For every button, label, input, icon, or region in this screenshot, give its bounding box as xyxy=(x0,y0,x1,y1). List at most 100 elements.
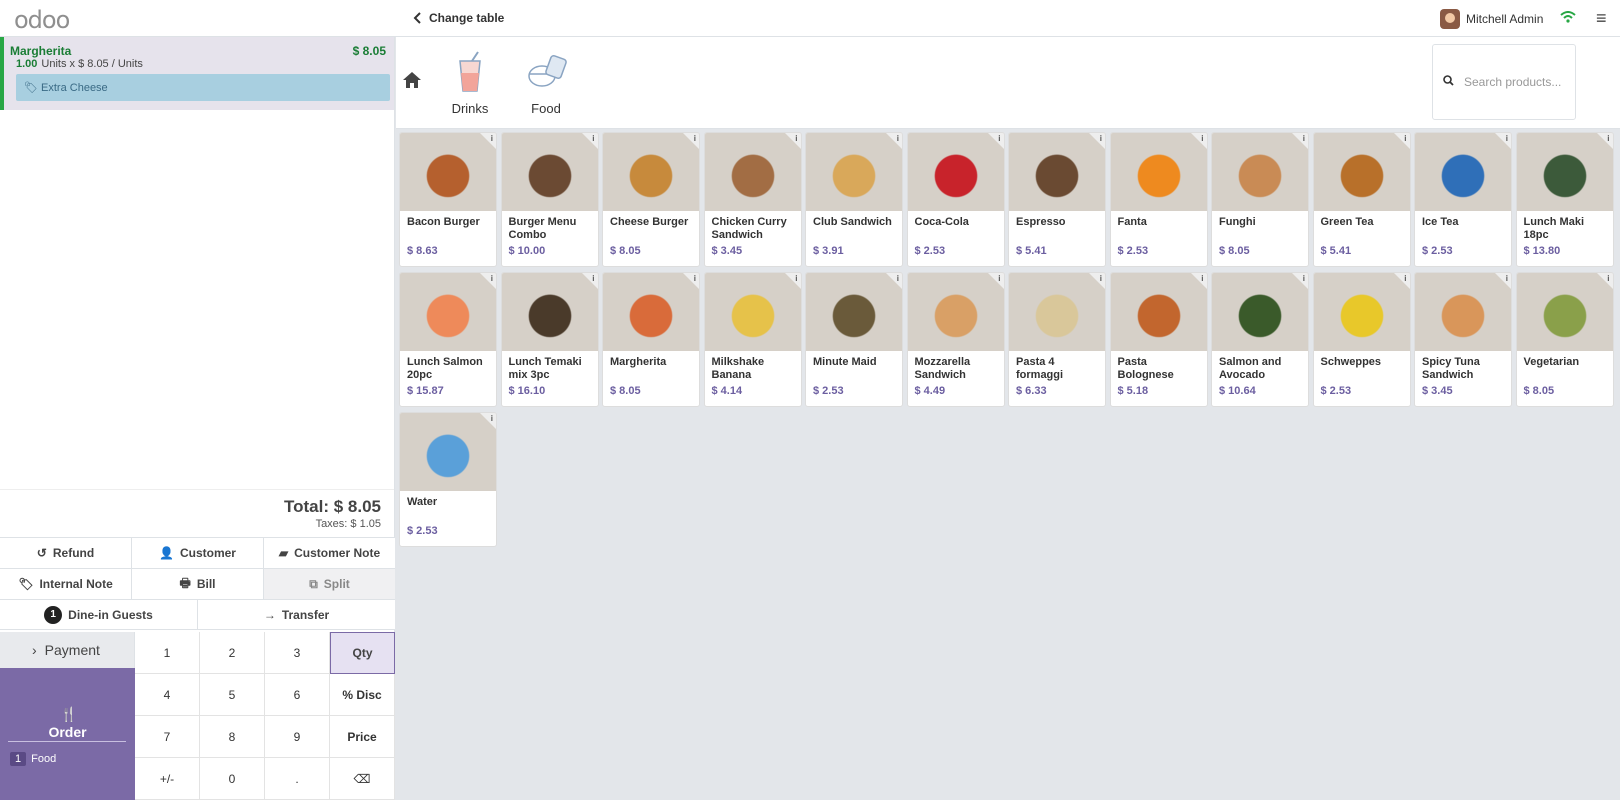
change-table-button[interactable]: Change table xyxy=(413,11,504,25)
search-box[interactable] xyxy=(1432,44,1576,120)
product-name: Ice Tea xyxy=(1422,216,1459,228)
numpad-key-5[interactable]: 5 xyxy=(200,674,265,716)
numpad-key-8[interactable]: 8 xyxy=(200,716,265,758)
info-icon[interactable]: i xyxy=(491,414,493,423)
customer-note-button[interactable]: ▰ Customer Note xyxy=(264,538,395,568)
product-card[interactable]: i Chicken Curry Sandwich $ 3.45 xyxy=(703,132,802,267)
info-icon[interactable]: i xyxy=(694,274,696,283)
numpad-price-button[interactable]: Price xyxy=(330,716,395,758)
category-food[interactable]: Food xyxy=(522,49,570,116)
numpad-sign-button[interactable]: +/- xyxy=(135,758,200,800)
wifi-icon[interactable] xyxy=(1560,10,1576,26)
product-image: i xyxy=(1516,273,1613,351)
info-icon[interactable]: i xyxy=(795,274,797,283)
product-card[interactable]: i Lunch Maki 18pc $ 13.80 xyxy=(1515,132,1614,267)
info-corner xyxy=(886,273,902,289)
info-icon[interactable]: i xyxy=(795,134,797,143)
order-total: Total: $ 8.05 xyxy=(284,497,381,516)
product-card[interactable]: i Water $ 2.53 xyxy=(399,412,497,547)
product-image: i xyxy=(1110,273,1207,351)
guest-count-badge: 1 xyxy=(44,605,63,624)
dine-in-guests-button[interactable]: 1 Dine-in Guests xyxy=(0,600,198,629)
numpad-key-6[interactable]: 6 xyxy=(265,674,330,716)
info-icon[interactable]: i xyxy=(1404,274,1406,283)
order-button[interactable]: 🍴 Order 1 Food xyxy=(0,668,135,800)
product-card[interactable]: i Margherita $ 8.05 xyxy=(602,272,700,407)
product-card[interactable]: i Coca-Cola $ 2.53 xyxy=(906,132,1005,267)
numpad-key-2[interactable]: 2 xyxy=(200,632,265,674)
product-card[interactable]: i Lunch Salmon 20pc $ 15.87 xyxy=(399,272,497,407)
numpad-key-3[interactable]: 3 xyxy=(265,632,330,674)
product-card[interactable]: i Minute Maid $ 2.53 xyxy=(805,272,903,407)
product-card[interactable]: i Espresso $ 5.41 xyxy=(1008,132,1106,267)
numpad-key-0[interactable]: 0 xyxy=(200,758,265,800)
product-card[interactable]: i Spicy Tuna Sandwich $ 3.45 xyxy=(1414,272,1512,407)
product-card[interactable]: i Green Tea $ 5.41 xyxy=(1312,132,1411,267)
product-name: Water xyxy=(407,496,438,508)
info-icon[interactable]: i xyxy=(592,134,594,143)
customer-button[interactable]: 👤 Customer xyxy=(132,538,264,568)
product-card[interactable]: i Bacon Burger $ 8.63 xyxy=(399,132,497,267)
product-card[interactable]: i Milkshake Banana $ 4.14 xyxy=(703,272,802,407)
hamburger-menu-icon[interactable]: ≡ xyxy=(1596,8,1607,29)
info-icon[interactable]: i xyxy=(1404,134,1406,143)
drink-icon xyxy=(446,49,494,95)
numpad-key-1[interactable]: 1 xyxy=(135,632,200,674)
product-card[interactable]: i Salmon and Avocado $ 10.64 xyxy=(1211,272,1309,407)
info-icon[interactable]: i xyxy=(1506,274,1508,283)
product-card[interactable]: i Vegetarian $ 8.05 xyxy=(1515,272,1614,407)
product-price: $ 8.05 xyxy=(1219,245,1250,257)
split-button[interactable]: ⧉ Split xyxy=(264,569,395,599)
numpad-decimal-button[interactable]: . xyxy=(265,758,330,800)
transfer-button[interactable]: → Transfer xyxy=(198,600,395,629)
product-card[interactable]: i Schweppes $ 2.53 xyxy=(1312,272,1411,407)
product-card[interactable]: i Funghi $ 8.05 xyxy=(1211,132,1309,267)
product-card[interactable]: i Burger Menu Combo $ 10.00 xyxy=(500,132,599,267)
product-card[interactable]: i Club Sandwich $ 3.91 xyxy=(805,132,903,267)
product-card[interactable]: i Fanta $ 2.53 xyxy=(1109,132,1208,267)
search-input[interactable] xyxy=(1464,75,1564,89)
numpad-qty-button[interactable]: Qty xyxy=(330,632,395,674)
info-icon[interactable]: i xyxy=(1607,134,1609,143)
user-menu[interactable]: Mitchell Admin xyxy=(1440,9,1543,29)
category-drinks-label: Drinks xyxy=(451,101,489,116)
bill-button[interactable]: 🖶 Bill xyxy=(132,569,264,599)
info-icon[interactable]: i xyxy=(998,134,1000,143)
home-icon[interactable] xyxy=(402,71,422,95)
info-icon[interactable]: i xyxy=(897,134,899,143)
chevron-right-icon: › xyxy=(32,642,37,658)
order-line[interactable]: Margherita $ 8.05 1.00 Units x $ 8.05 / U… xyxy=(0,37,394,110)
info-icon[interactable]: i xyxy=(1201,134,1203,143)
product-card[interactable]: i Lunch Temaki mix 3pc $ 16.10 xyxy=(500,272,599,407)
product-card[interactable]: i Mozzarella Sandwich $ 4.49 xyxy=(906,272,1005,407)
info-icon[interactable]: i xyxy=(1100,274,1102,283)
info-icon[interactable]: i xyxy=(592,274,594,283)
numpad-key-9[interactable]: 9 xyxy=(265,716,330,758)
info-icon[interactable]: i xyxy=(897,274,899,283)
refund-button[interactable]: ↺ Refund xyxy=(0,538,132,568)
internal-note-button[interactable]: 🏷 Internal Note xyxy=(0,569,132,599)
numpad-key-7[interactable]: 7 xyxy=(135,716,200,758)
category-drinks[interactable]: Drinks xyxy=(446,49,494,116)
info-icon[interactable]: i xyxy=(1303,274,1305,283)
numpad-discount-button[interactable]: % Disc xyxy=(330,674,395,716)
info-icon[interactable]: i xyxy=(491,274,493,283)
payment-button[interactable]: › Payment xyxy=(0,632,135,668)
product-price: $ 2.53 xyxy=(813,385,844,397)
product-card[interactable]: i Cheese Burger $ 8.05 xyxy=(602,132,700,267)
product-card[interactable]: i Pasta Bolognese $ 5.18 xyxy=(1109,272,1208,407)
info-icon[interactable]: i xyxy=(1607,274,1609,283)
info-icon[interactable]: i xyxy=(694,134,696,143)
numpad-key-4[interactable]: 4 xyxy=(135,674,200,716)
undo-icon: ↺ xyxy=(36,546,47,560)
info-icon[interactable]: i xyxy=(1303,134,1305,143)
product-card[interactable]: i Pasta 4 formaggi $ 6.33 xyxy=(1008,272,1106,407)
backspace-icon[interactable]: ⌫ xyxy=(330,758,395,800)
info-icon[interactable]: i xyxy=(491,134,493,143)
info-icon[interactable]: i xyxy=(1100,134,1102,143)
info-icon[interactable]: i xyxy=(1506,134,1508,143)
info-icon[interactable]: i xyxy=(1201,274,1203,283)
info-icon[interactable]: i xyxy=(998,274,1000,283)
product-card[interactable]: i Ice Tea $ 2.53 xyxy=(1414,132,1512,267)
odoo-logo[interactable]: odoo xyxy=(14,6,70,34)
